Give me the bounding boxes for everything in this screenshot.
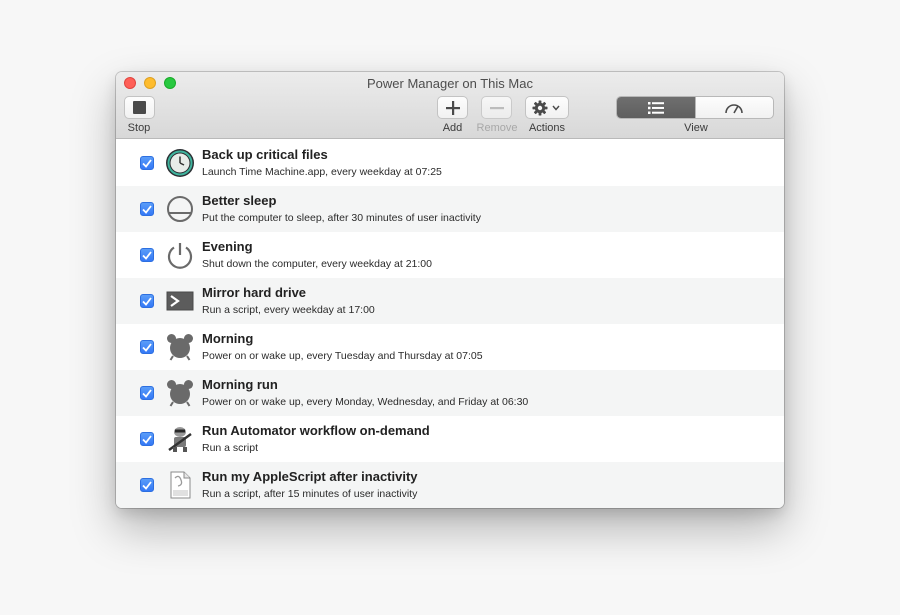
enabled-checkbox[interactable] — [140, 386, 154, 400]
power-icon — [167, 243, 193, 269]
enabled-checkbox[interactable] — [140, 294, 154, 308]
actions-button[interactable] — [525, 96, 569, 119]
main-window: Power Manager on This Mac Stop Add Remov… — [116, 72, 784, 508]
list-item[interactable]: Run my AppleScript after inactivity Run … — [116, 462, 784, 508]
event-subtitle: Run a script, every weekday at 17:00 — [202, 304, 375, 316]
event-subtitle: Put the computer to sleep, after 30 minu… — [202, 212, 481, 224]
terminal-icon — [166, 291, 194, 311]
checkmark-icon — [142, 296, 152, 306]
enabled-checkbox[interactable] — [140, 340, 154, 354]
add-label: Add — [442, 122, 463, 134]
actions-label: Actions — [528, 122, 566, 134]
event-subtitle: Launch Time Machine.app, every weekday a… — [202, 166, 442, 178]
remove-label: Remove — [476, 122, 518, 134]
checkmark-icon — [142, 250, 152, 260]
checkmark-icon — [142, 204, 152, 214]
list-item[interactable]: Morning run Power on or wake up, every M… — [116, 370, 784, 416]
event-subtitle: Power on or wake up, every Monday, Wedne… — [202, 396, 529, 408]
enabled-checkbox[interactable] — [140, 478, 154, 492]
view-label: View — [684, 122, 708, 134]
text-document-icon — [170, 471, 191, 499]
event-title: Evening — [202, 239, 253, 254]
window-title: Power Manager on This Mac — [367, 76, 533, 91]
checkmark-icon — [142, 342, 152, 352]
alarm-clock-icon — [167, 380, 193, 407]
list-icon — [647, 101, 664, 114]
plus-icon — [445, 100, 460, 115]
event-title: Run my AppleScript after inactivity — [202, 469, 418, 484]
gauge-icon — [725, 103, 744, 113]
enabled-checkbox[interactable] — [140, 432, 154, 446]
event-list[interactable]: Back up critical files Launch Time Machi… — [116, 140, 784, 508]
view-segmented-control[interactable] — [616, 96, 774, 119]
event-subtitle: Run a script — [202, 442, 259, 454]
stop-square-icon — [133, 101, 146, 114]
event-title: Run Automator workflow on-demand — [202, 423, 430, 438]
gear-icon — [532, 100, 560, 115]
enabled-checkbox[interactable] — [140, 202, 154, 216]
event-title: Back up critical files — [202, 147, 328, 162]
event-title: Better sleep — [202, 193, 277, 208]
automator-icon — [168, 427, 192, 452]
remove-button[interactable] — [481, 96, 512, 119]
enabled-checkbox[interactable] — [140, 156, 154, 170]
titlebar-toolbar: Power Manager on This Mac Stop Add Remov… — [116, 72, 784, 139]
view-gauge-segment[interactable] — [696, 97, 774, 118]
minus-icon — [489, 106, 504, 109]
checkmark-icon — [142, 388, 152, 398]
event-subtitle: Shut down the computer, every weekday at… — [202, 258, 432, 270]
alarm-clock-icon — [167, 334, 193, 361]
list-item[interactable]: Mirror hard drive Run a script, every we… — [116, 278, 784, 324]
event-subtitle: Run a script, after 15 minutes of user i… — [202, 488, 418, 500]
checkmark-icon — [142, 158, 152, 168]
event-title: Morning — [202, 331, 254, 346]
checkmark-icon — [142, 434, 152, 444]
view-list-segment[interactable] — [617, 97, 695, 118]
sleep-icon — [167, 196, 193, 222]
add-button[interactable] — [437, 96, 468, 119]
stop-label: Stop — [127, 122, 151, 134]
enabled-checkbox[interactable] — [140, 248, 154, 262]
event-title: Mirror hard drive — [202, 285, 307, 300]
stop-button[interactable] — [124, 96, 155, 119]
event-title: Morning run — [202, 377, 278, 392]
event-subtitle: Power on or wake up, every Tuesday and T… — [202, 350, 483, 362]
checkmark-icon — [142, 480, 152, 490]
list-item[interactable]: Evening Shut down the computer, every we… — [116, 232, 784, 278]
time-machine-icon — [166, 149, 194, 177]
list-item[interactable]: Morning Power on or wake up, every Tuesd… — [116, 324, 784, 370]
list-item[interactable]: Back up critical files Launch Time Machi… — [116, 140, 784, 186]
list-item[interactable]: Better sleep Put the computer to sleep, … — [116, 186, 784, 232]
list-item[interactable]: Run Automator workflow on-demand Run a s… — [116, 416, 784, 462]
